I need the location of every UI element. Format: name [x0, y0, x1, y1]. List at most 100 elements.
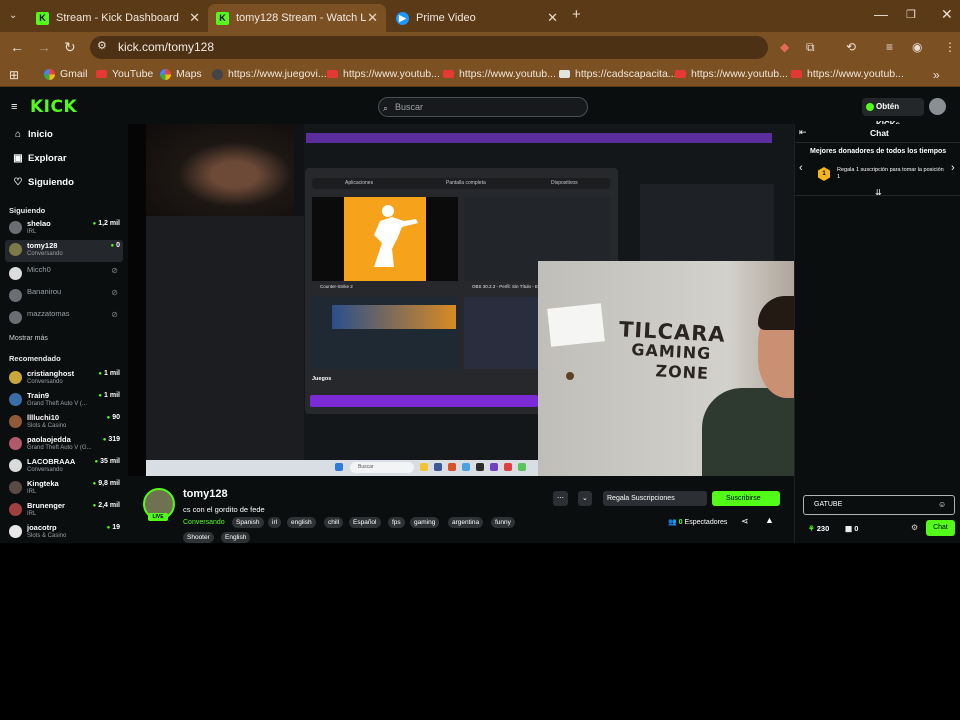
taskbar-search: Buscar: [350, 462, 414, 473]
media-control-icon[interactable]: ≡: [886, 39, 893, 55]
chat-header: Chat: [870, 128, 889, 138]
bookmark-youtube[interactable]: YouTube: [96, 68, 153, 80]
maximize-icon[interactable]: ❐: [906, 7, 916, 23]
options-button[interactable]: ⋯: [553, 491, 568, 506]
bookmark-youtube-3[interactable]: https://www.youtub...: [443, 68, 556, 80]
sidebar-item-explorar[interactable]: ▣ Explorar: [12, 153, 66, 164]
channel-item[interactable]: mazzatomas ⊘: [5, 308, 123, 330]
new-tab-icon[interactable]: +: [572, 7, 581, 23]
tag[interactable]: funny: [491, 517, 515, 528]
channel-item[interactable]: paolaojeddaGrand Theft Auto V (G...319: [5, 434, 123, 456]
apps-grid-icon[interactable]: ⊞: [9, 68, 19, 82]
bookmark-cadscapacita[interactable]: https://cadscapacita...: [559, 68, 677, 80]
gift-subs-button[interactable]: Regala Suscripciones: [603, 491, 707, 506]
channel-item[interactable]: LACOBRAAAConversando35 mil: [5, 456, 123, 478]
dropdown-button[interactable]: ⌄: [578, 491, 592, 506]
send-chat-button[interactable]: Chat: [926, 520, 955, 536]
channel-item[interactable]: Bananirou ⊘: [5, 286, 123, 308]
chat-settings-icon[interactable]: ⚙: [911, 523, 918, 532]
channel-item[interactable]: Train9Grand Theft Auto V (...1 mil: [5, 390, 123, 412]
offline-icon: ⊘: [111, 310, 118, 319]
bookmark-youtube-4[interactable]: https://www.youtub...: [675, 68, 788, 80]
minimize-icon[interactable]: —: [874, 6, 888, 22]
extensions-puzzle-icon[interactable]: ⧉: [806, 39, 815, 55]
profile-icon[interactable]: ◉: [912, 39, 922, 55]
taskbar-app-icon: [490, 463, 498, 471]
collapse-chat-icon[interactable]: ⇤: [799, 127, 807, 138]
tab-tomy128-stream[interactable]: K tomy128 Stream - Watch Live o ✕: [208, 4, 386, 32]
bookmark-gmail[interactable]: Gmail: [44, 68, 87, 80]
user-avatar[interactable]: [929, 98, 946, 115]
tag[interactable]: irl: [268, 517, 282, 528]
stream-category[interactable]: Conversando: [183, 519, 225, 526]
chevron-left-icon[interactable]: ‹: [799, 162, 803, 174]
channel-item-selected[interactable]: tomy128 Conversando 0: [5, 240, 123, 262]
app-thumbnail: [464, 297, 538, 369]
tag[interactable]: English: [221, 532, 251, 543]
subscribe-button[interactable]: Suscribirse: [712, 491, 780, 506]
channel-item[interactable]: cristianghostConversando1 mil: [5, 368, 123, 390]
tab-prime-video[interactable]: ▶ Prime Video ✕: [388, 4, 566, 32]
share-icon[interactable]: ⋖: [741, 516, 749, 527]
tag[interactable]: english: [287, 517, 316, 528]
avatar: [9, 267, 22, 280]
back-icon[interactable]: ←: [10, 39, 24, 55]
bookmark-juegovi[interactable]: https://www.juegovi...: [212, 68, 327, 80]
site-settings-icon[interactable]: ⚙: [97, 39, 107, 52]
tab-title: Stream - Kick Dashboard: [56, 12, 179, 24]
get-kicks-button[interactable]: Obtén KICKs: [862, 98, 924, 129]
channel-item[interactable]: shelao IRL 1,2 mil: [5, 218, 123, 240]
channel-points[interactable]: ⚘ 230: [808, 524, 829, 533]
tag[interactable]: argentina: [448, 517, 484, 528]
tag[interactable]: Shooter: [183, 532, 214, 543]
channel-item[interactable]: KingtekaIRL9,8 mil: [5, 478, 123, 500]
youtube-icon: [791, 70, 802, 78]
divider: [795, 195, 960, 196]
avatar: [9, 371, 22, 384]
emoji-icon[interactable]: ☺: [938, 500, 946, 509]
tab-search-icon[interactable]: ⌄: [9, 8, 17, 24]
close-icon[interactable]: ✕: [367, 10, 378, 26]
bookmark-youtube-2[interactable]: https://www.youtub...: [327, 68, 440, 80]
close-window-icon[interactable]: ✕: [941, 6, 953, 22]
recommended-header: Recomendado: [9, 354, 61, 363]
stream-title: cs con el gordito de fede: [183, 505, 265, 514]
tag[interactable]: fps: [388, 517, 405, 528]
forward-icon[interactable]: →: [37, 39, 51, 55]
more-bookmarks-icon[interactable]: »: [933, 68, 940, 82]
taskbar-app-icon: [448, 463, 456, 471]
channel-item[interactable]: joacotrpSlots & Casino19: [5, 522, 123, 543]
report-icon[interactable]: ▲: [765, 515, 774, 525]
tag[interactable]: Spanish: [232, 517, 264, 528]
site-icon: [212, 68, 223, 80]
channel-item[interactable]: BrunengerIRL2,4 mil: [5, 500, 123, 522]
show-more-link[interactable]: Mostrar más: [9, 335, 48, 342]
avatar: [9, 481, 22, 494]
capture-preview-panel: [640, 184, 774, 262]
extension-icon[interactable]: ◆: [780, 39, 789, 55]
gift-count[interactable]: ▦ 0: [845, 524, 858, 533]
menu-kebab-icon[interactable]: ⋮: [944, 39, 956, 55]
tag[interactable]: gaming: [410, 517, 440, 528]
close-icon[interactable]: ✕: [547, 10, 558, 26]
search-input[interactable]: ⌕ Buscar: [378, 97, 588, 117]
tag[interactable]: chill: [324, 517, 344, 528]
channel-item[interactable]: lllluchi10Slots & Casino90: [5, 412, 123, 434]
sidebar-item-inicio[interactable]: ⌂ Inicio: [12, 129, 53, 140]
tab-kick-dashboard[interactable]: K Stream - Kick Dashboard ✕: [28, 4, 208, 32]
bookmark-maps[interactable]: Maps: [160, 68, 202, 80]
kick-logo[interactable]: KICK: [30, 97, 77, 117]
avatar: [9, 221, 22, 234]
bookmark-youtube-5[interactable]: https://www.youtub...: [791, 68, 904, 80]
channel-item[interactable]: Micch0 ⊘: [5, 264, 123, 286]
hamburger-menu-icon[interactable]: ≡: [11, 101, 17, 113]
history-icon[interactable]: ⟲: [846, 39, 856, 55]
streamer-name[interactable]: tomy128: [183, 488, 228, 500]
home-icon: ⌂: [14, 129, 22, 140]
chat-input[interactable]: GATUBE: [803, 495, 955, 515]
tag[interactable]: Español: [349, 517, 381, 528]
chevron-right-icon[interactable]: ›: [951, 162, 955, 174]
sidebar-item-siguiendo[interactable]: ♡ Siguiendo: [12, 177, 74, 188]
close-icon[interactable]: ✕: [189, 10, 200, 26]
reload-icon[interactable]: ↻: [64, 39, 76, 55]
